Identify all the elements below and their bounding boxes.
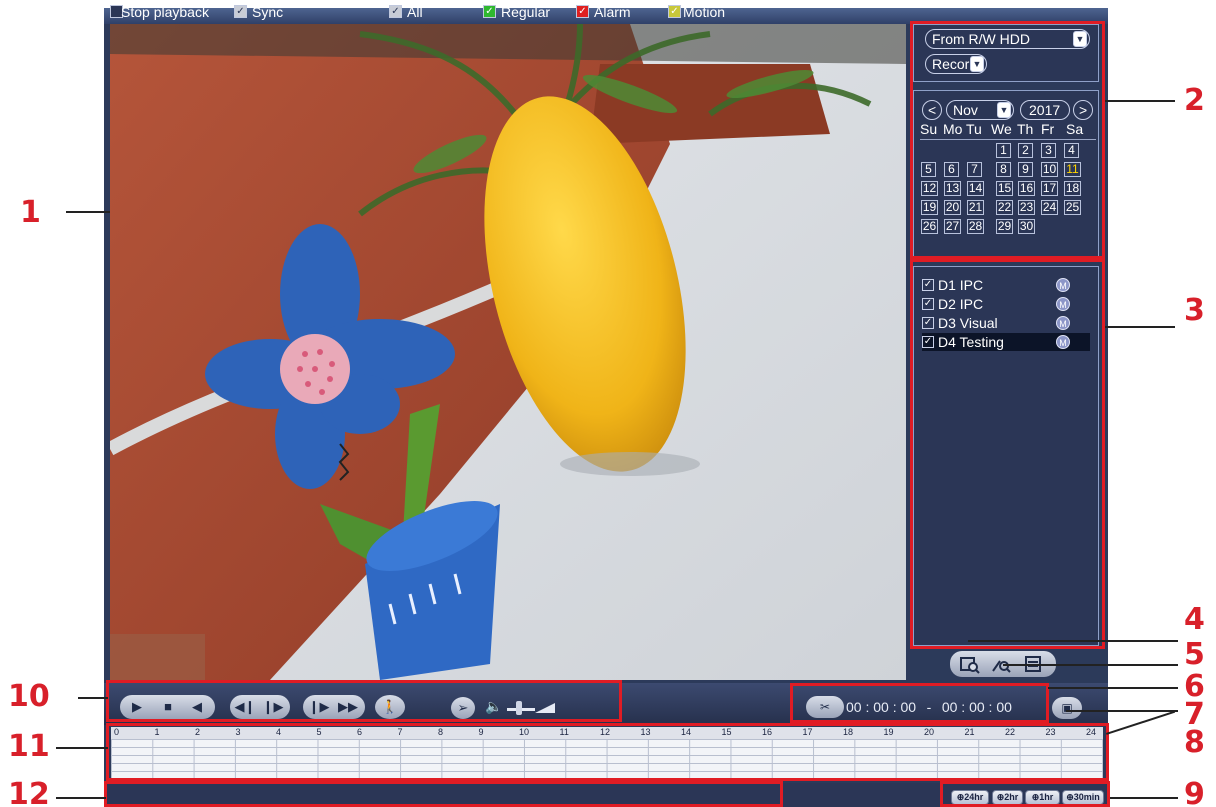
callout-box-6 [790,683,1049,723]
callout-number-4: 4 [1184,602,1205,637]
video-playback-area[interactable] [110,24,906,680]
sync-checkbox[interactable]: ✓ [234,5,247,18]
motion-label: Motion [683,4,726,20]
camera-frame-image [110,24,906,680]
callout-line-9 [1110,797,1178,799]
callout-box-10 [106,680,622,722]
callout-number-8: 8 [1184,725,1205,760]
callout-line-8 [1106,710,1176,735]
callout-number-5: 5 [1184,637,1205,672]
callout-line-3 [1105,326,1175,328]
callout-number-11: 11 [8,729,50,764]
callout-line-5 [1003,664,1178,666]
callout-line-4 [968,640,1178,642]
all-checkbox[interactable]: ✓ [389,5,402,18]
callout-line-7 [1066,710,1178,712]
file-search-icon [960,657,980,674]
regular-label: Regular [501,4,551,20]
callout-line-6 [1048,687,1178,689]
callout-number-10: 10 [8,679,50,714]
motion-checkbox[interactable]: ✓ [668,5,681,18]
all-label: All [407,4,423,20]
callout-line-12 [56,797,106,799]
callout-line-11 [56,747,108,749]
callout-box-2 [910,21,1105,259]
file-list-button[interactable] [958,653,980,675]
callout-box-11 [106,723,1109,781]
callout-box-12 [104,781,783,807]
callout-number-9: 9 [1184,777,1205,807]
callout-line-10 [78,697,108,699]
regular-checkbox[interactable]: ✓ [483,5,496,18]
alarm-checkbox[interactable]: ✓ [576,5,589,18]
sync-label: Sync [252,4,284,20]
stop-playback-label: Stop playback [121,4,209,20]
callout-number-12: 12 [8,777,50,807]
callout-number-3: 3 [1184,293,1205,328]
callout-number-2: 2 [1184,83,1205,118]
callout-number-1: 1 [20,195,41,230]
callout-box-3 [910,259,1105,649]
callout-line-2 [1105,100,1175,102]
callout-box-9 [940,781,1110,807]
alarm-label: Alarm [594,4,631,20]
callout-line-1 [66,211,110,213]
